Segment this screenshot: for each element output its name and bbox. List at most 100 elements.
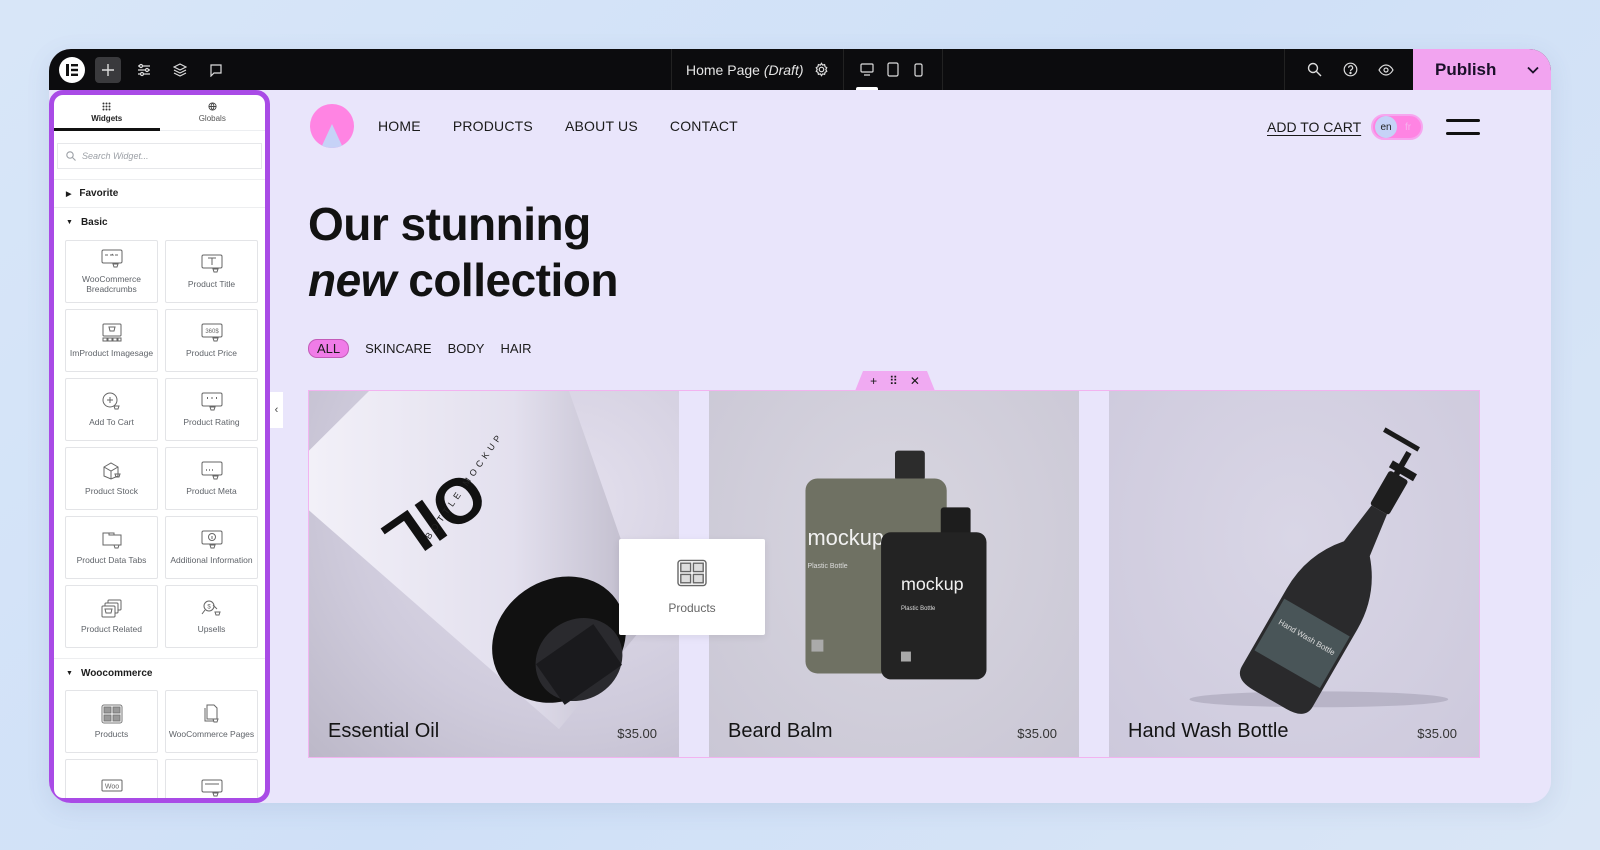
widget-menu-cart[interactable] (165, 759, 258, 798)
breadcrumbs-icon (101, 249, 122, 268)
filter-body[interactable]: BODY (448, 341, 485, 356)
chevron-down-icon[interactable] (1527, 66, 1539, 74)
product-price: $35.00 (1417, 726, 1457, 741)
widget-additional-information[interactable]: Additional Information (165, 516, 258, 579)
page-title-area[interactable]: Home Page (Draft) (671, 49, 844, 90)
collapse-panel-button[interactable]: ‹ (270, 392, 283, 428)
preview-eye-icon (1378, 63, 1394, 76)
svg-text:Plastic Bottle: Plastic Bottle (901, 606, 936, 612)
filter-all[interactable]: ALL (308, 339, 350, 358)
nav-about-us[interactable]: ABOUT US (565, 118, 638, 134)
help-button[interactable] (1337, 57, 1363, 83)
nav-home[interactable]: HOME (378, 118, 421, 134)
device-mobile-button[interactable] (908, 49, 930, 90)
widget-upsells[interactable]: $ Upsells (165, 585, 258, 648)
widget-product-meta[interactable]: Product Meta (165, 447, 258, 510)
device-desktop-button[interactable] (855, 49, 878, 90)
woo-icon: Woo (101, 779, 122, 791)
widget-product-image[interactable]: ImProduct Imagesage (65, 309, 158, 372)
tab-globals-label: Globals (198, 114, 226, 123)
add-element-button[interactable] (95, 56, 121, 83)
section-woocommerce-label: Woocommerce (80, 668, 153, 679)
search-widget-input[interactable]: Search Widget... (57, 143, 262, 169)
search-button[interactable] (1301, 57, 1327, 83)
woocommerce-pages-icon (204, 704, 219, 723)
panel-tabs: Widgets Globals (54, 95, 265, 131)
widgets-panel: Widgets Globals Search Widget... ▶ Favor… (49, 90, 270, 803)
product-price: $35.00 (1017, 726, 1057, 741)
publish-button[interactable]: Publish (1413, 49, 1551, 90)
svg-text:Plastic Bottle: Plastic Bottle (807, 563, 847, 570)
search-icon (66, 151, 76, 161)
menu-cart-icon (201, 779, 222, 796)
product-title-icon (201, 254, 222, 273)
widget-label: Add To Cart (89, 416, 134, 427)
nav-contact[interactable]: CONTACT (670, 118, 738, 134)
tab-globals[interactable]: Globals (160, 95, 266, 130)
svg-text:mockup: mockup (807, 525, 884, 550)
section-basic[interactable]: ▼ Basic (54, 208, 265, 237)
widget-label: Product Rating (183, 416, 240, 427)
device-tablet-button[interactable] (882, 49, 904, 90)
dragged-products-widget[interactable]: Products (619, 539, 765, 635)
delete-section-button[interactable]: ✕ (910, 374, 920, 388)
editor-window: Home Page (Draft) Publish Widgets Global… (49, 49, 1551, 803)
tab-widgets[interactable]: Widgets (54, 95, 160, 131)
gear-icon[interactable] (814, 62, 829, 77)
page-canvas: HOME PRODUCTS ABOUT US CONTACT ADD TO CA… (283, 90, 1551, 803)
section-favorite[interactable]: ▶ Favorite (54, 179, 265, 208)
widget-product-stock[interactable]: Product Stock (65, 447, 158, 510)
widget-add-to-cart[interactable]: Add To Cart (65, 378, 158, 441)
hamburger-menu-icon[interactable] (1446, 118, 1480, 136)
comments-button[interactable] (203, 57, 229, 83)
caret-down-icon: ▼ (66, 219, 73, 226)
basic-widget-grid: WooCommerce Breadcrumbs Product Title Im… (54, 237, 265, 658)
add-to-cart-link[interactable]: ADD TO CART (1267, 119, 1361, 135)
product-data-tabs-icon (102, 532, 121, 549)
widget-product-title[interactable]: Product Title (165, 240, 258, 303)
structure-button[interactable] (167, 57, 193, 83)
product-name: Essential Oil (328, 720, 440, 742)
widget-product-data-tabs[interactable]: Product Data Tabs (65, 516, 158, 579)
nav-products[interactable]: PRODUCTS (453, 118, 533, 134)
device-switcher (844, 49, 943, 90)
category-filters: ALL SKINCARE BODY HAIR (308, 339, 532, 358)
widget-product-related[interactable]: Product Related (65, 585, 158, 648)
sliders-icon (138, 63, 150, 76)
svg-text:Woo: Woo (104, 783, 118, 790)
publish-label: Publish (1435, 59, 1497, 79)
site-settings-button[interactable] (131, 57, 157, 83)
filter-hair[interactable]: HAIR (500, 341, 531, 356)
add-section-button[interactable]: + (870, 374, 877, 388)
globe-icon (208, 102, 217, 111)
widget-label: Product Stock (85, 485, 138, 496)
language-toggle[interactable]: en fr (1371, 114, 1423, 140)
comment-icon (210, 63, 222, 77)
widget-products[interactable]: Products (65, 690, 158, 753)
product-name: Hand Wash Bottle (1128, 720, 1289, 742)
widget-product-price[interactable]: 360$ Product Price (165, 309, 258, 372)
widget-woocommerce-pages[interactable]: WooCommerce Pages (165, 690, 258, 753)
svg-text:360$: 360$ (205, 329, 219, 335)
product-card[interactable]: Hand Wash Bottle Hand Wash Bottle $35.00 (1109, 391, 1479, 757)
site-logo[interactable] (310, 104, 354, 148)
section-woocommerce[interactable]: ▼ Woocommerce (54, 658, 265, 688)
help-icon (1343, 62, 1357, 77)
widget-label: Product Meta (186, 485, 237, 496)
widget-woo[interactable]: Woo (65, 759, 158, 798)
widget-product-rating[interactable]: Product Rating (165, 378, 258, 441)
mobile-icon (914, 62, 923, 77)
lang-fr: fr (1405, 121, 1412, 133)
section-favorite-label: Favorite (79, 188, 119, 199)
search-placeholder: Search Widget... (82, 151, 149, 161)
section-basic-label: Basic (80, 217, 108, 228)
upsells-icon: $ (201, 600, 221, 616)
lang-en: en (1375, 116, 1397, 138)
drag-handle-icon[interactable]: ⠿ (889, 374, 898, 388)
widget-label: Product Data Tabs (76, 554, 147, 565)
editor-topbar: Home Page (Draft) Publish (49, 49, 1551, 90)
elementor-logo-icon[interactable] (59, 56, 85, 83)
widget-woocommerce-breadcrumbs[interactable]: WooCommerce Breadcrumbs (65, 240, 158, 303)
preview-button[interactable] (1373, 57, 1399, 83)
filter-skincare[interactable]: SKINCARE (365, 341, 431, 356)
